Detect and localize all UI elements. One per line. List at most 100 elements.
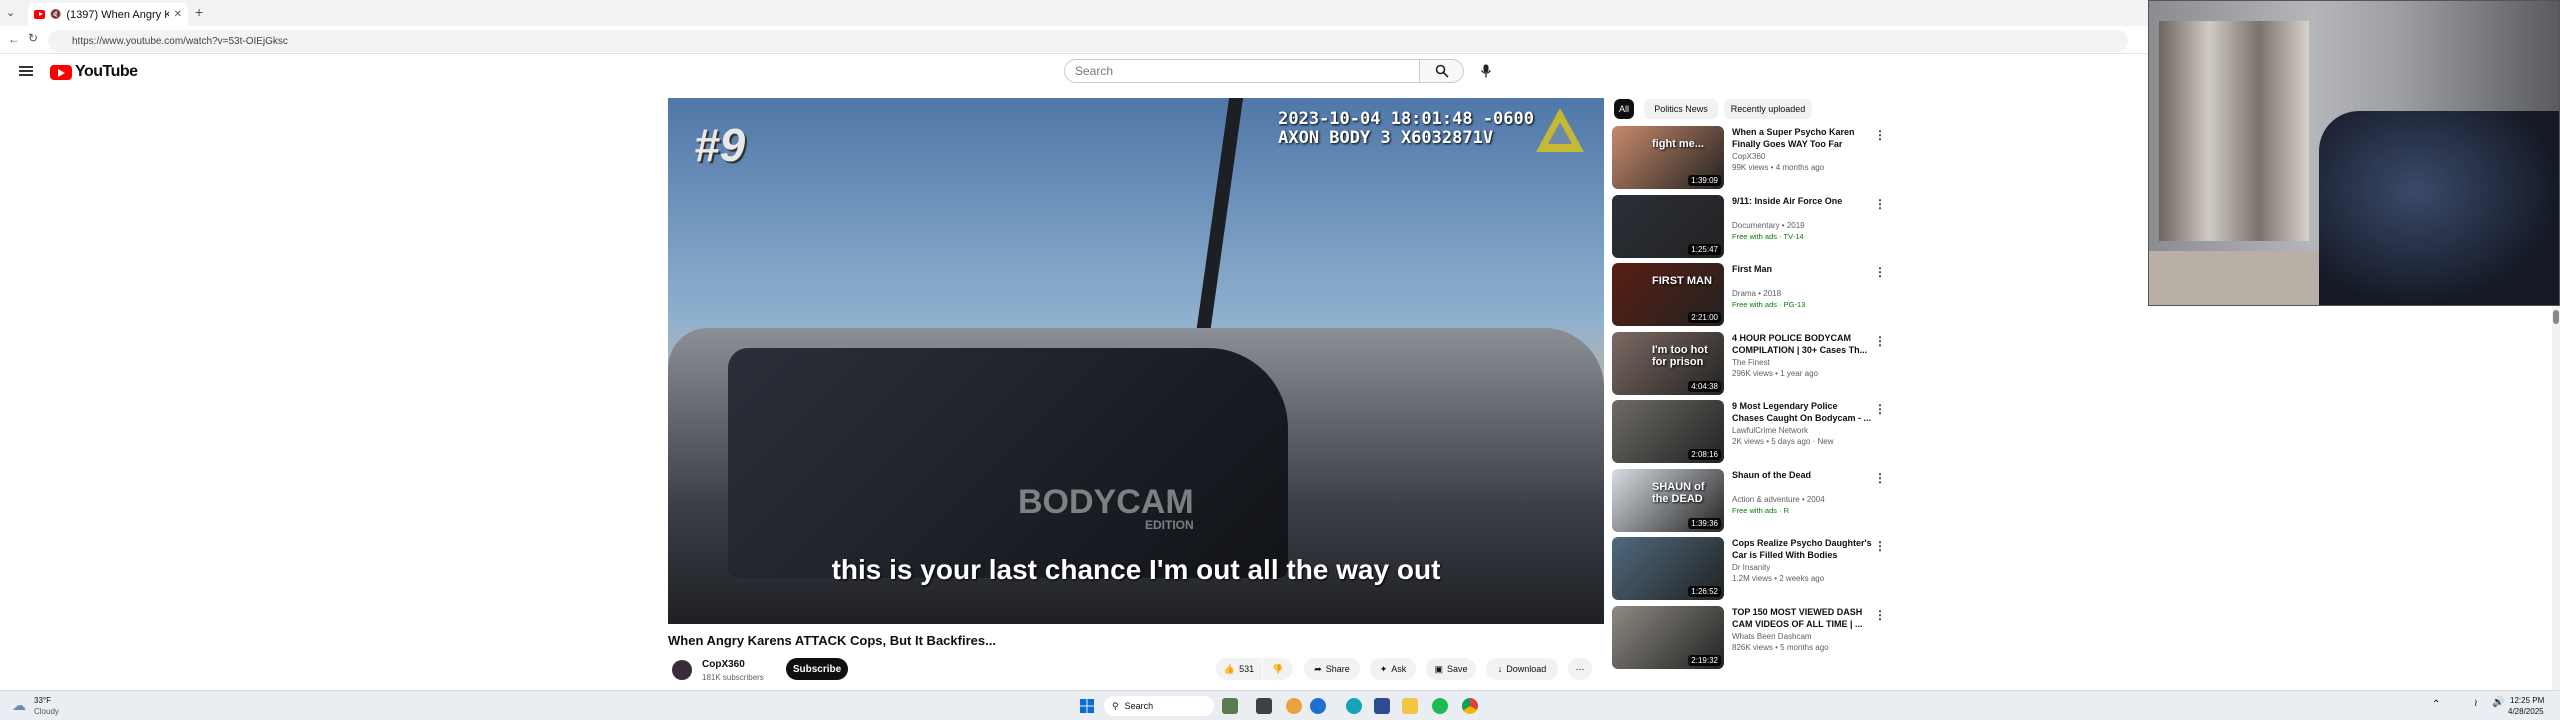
url-field[interactable]: https://www.youtube.com/watch?v=53t-OIEj… bbox=[48, 30, 2128, 52]
more-options-icon[interactable]: ⋮ bbox=[1874, 197, 1886, 211]
recommendation-channel[interactable]: Action & adventure • 2004 bbox=[1732, 495, 1825, 504]
dislike-button[interactable]: 👎 bbox=[1263, 658, 1293, 680]
like-button[interactable]: 👍 531 bbox=[1216, 658, 1262, 680]
recommendation-channel[interactable]: LawfulCrime Network bbox=[1732, 426, 1808, 435]
weather-temp[interactable]: 33°F bbox=[34, 696, 51, 705]
subscribe-button[interactable]: Subscribe bbox=[786, 658, 848, 680]
recommendation-item[interactable]: I'm too hot for prison 4:04:38 4 HOUR POLI… bbox=[1612, 331, 1892, 396]
windows-start-icon[interactable] bbox=[1080, 699, 1094, 713]
recommendation-channel[interactable]: Documentary • 2019 bbox=[1732, 221, 1805, 230]
recommendation-channel[interactable]: Drama • 2018 bbox=[1732, 289, 1781, 298]
wifi-icon[interactable]: ≀ bbox=[2474, 698, 2478, 709]
recommendation-item[interactable]: FIRST MAN 2:21:00 First Man Drama • 2018 Fre… bbox=[1612, 263, 1892, 327]
recommendation-title[interactable]: 9 Most Legendary Police Chases Caught On… bbox=[1732, 400, 1872, 424]
chip-politics-news[interactable]: Politics News bbox=[1644, 99, 1718, 119]
recommendation-item[interactable]: 1:26:52 Cops Realize Psycho Daughter's Ca… bbox=[1612, 537, 1892, 601]
page-scrollbar-thumb[interactable] bbox=[2553, 310, 2559, 324]
share-button[interactable]: ➦ Share bbox=[1304, 658, 1360, 680]
taskview-icon[interactable] bbox=[1222, 698, 1238, 714]
recommendation-item[interactable]: 1:25:47 9/11: Inside Air Force One Documen… bbox=[1612, 194, 1892, 259]
video-duration: 1:25:47 bbox=[1688, 243, 1721, 255]
channel-name[interactable]: CopX360 bbox=[702, 659, 745, 670]
back-icon[interactable]: ← bbox=[8, 32, 20, 46]
ask-button[interactable]: ✦ Ask bbox=[1370, 658, 1416, 680]
recommendation-item[interactable]: 2:19:32 TOP 150 MOST VIEWED DASH CAM VIDE… bbox=[1612, 605, 1892, 670]
webcam-sofa bbox=[2319, 111, 2559, 305]
save-button[interactable]: ▣ Save bbox=[1426, 658, 1476, 680]
webcam-overlay bbox=[2148, 0, 2560, 306]
taskbar-search-box[interactable]: ⚲ Search bbox=[1104, 696, 1214, 716]
channel-subscriber-count: 181K subscribers bbox=[702, 673, 764, 682]
recommendation-thumbnail[interactable]: 2:19:32 bbox=[1612, 605, 1724, 669]
weather-cloud-icon: ☁ bbox=[12, 697, 26, 713]
more-options-icon[interactable]: ⋮ bbox=[1874, 402, 1886, 416]
recommendation-item[interactable]: SHAUN of the DEAD 1:39:36 Shaun of the Dea… bbox=[1612, 468, 1892, 533]
recommendation-item[interactable]: fight me... 1:39:09 When a Super Psycho Ka… bbox=[1612, 126, 1892, 190]
video-watermark-title: BODYCAM bbox=[1018, 483, 1194, 521]
app-icon[interactable] bbox=[1286, 698, 1302, 714]
more-options-icon[interactable]: ⋮ bbox=[1874, 608, 1886, 622]
recommendation-title[interactable]: TOP 150 MOST VIEWED DASH CAM VIDEOS OF A… bbox=[1732, 606, 1872, 630]
store-icon[interactable] bbox=[1374, 698, 1390, 714]
menu-icon[interactable] bbox=[19, 64, 33, 78]
recommendation-channel[interactable]: Dr Insanity bbox=[1732, 563, 1770, 572]
download-icon: ↓ bbox=[1497, 664, 1503, 674]
recommendation-title[interactable]: When a Super Psycho Karen Finally Goes W… bbox=[1732, 126, 1872, 150]
video-duration: 2:21:00 bbox=[1688, 312, 1721, 323]
tab-mute-icon[interactable]: 🔇 bbox=[50, 9, 61, 20]
tab-close-icon[interactable]: ✕ bbox=[174, 9, 182, 20]
recommendation-thumbnail[interactable]: SHAUN of the DEAD 1:39:36 bbox=[1612, 468, 1724, 532]
recommendation-channel[interactable]: The Finest bbox=[1732, 358, 1770, 367]
recommendation-thumbnail[interactable]: 2:08:16 bbox=[1612, 400, 1724, 463]
more-options-icon[interactable]: ⋮ bbox=[1874, 539, 1886, 553]
download-label: Download bbox=[1506, 664, 1547, 674]
recommendation-title[interactable]: 9/11: Inside Air Force One bbox=[1732, 195, 1872, 207]
recommendation-channel[interactable]: CopX360 bbox=[1732, 152, 1765, 161]
more-options-icon[interactable]: ⋮ bbox=[1874, 128, 1886, 142]
app-icon-2[interactable] bbox=[1310, 698, 1326, 714]
channel-avatar[interactable] bbox=[672, 660, 692, 680]
recommendation-title[interactable]: Shaun of the Dead bbox=[1732, 469, 1872, 481]
chrome-icon[interactable] bbox=[1462, 698, 1478, 714]
taskbar-search-label: Search bbox=[1124, 701, 1154, 711]
recommendation-title[interactable]: 4 HOUR POLICE BODYCAM COMPILATION | 30+ … bbox=[1732, 332, 1872, 356]
recommendation-thumbnail[interactable]: I'm too hot for prison 4:04:38 bbox=[1612, 331, 1724, 395]
search-icon bbox=[1435, 64, 1449, 78]
more-options-icon[interactable]: ⋮ bbox=[1874, 334, 1886, 348]
download-button[interactable]: ↓ Download bbox=[1486, 658, 1558, 680]
new-tab-icon[interactable]: + bbox=[195, 4, 203, 20]
search-input[interactable]: Search bbox=[1064, 59, 1420, 83]
tab-list-chevron-icon[interactable]: ⌄ bbox=[6, 6, 15, 19]
file-manager-icon[interactable] bbox=[1256, 698, 1272, 714]
edge-browser-icon[interactable] bbox=[1346, 698, 1362, 714]
video-scene-car-window bbox=[728, 348, 1288, 578]
tray-chevron-icon[interactable]: ⌃ bbox=[2432, 699, 2440, 710]
spotify-icon[interactable] bbox=[1432, 698, 1448, 714]
youtube-logo[interactable]: YouTube bbox=[50, 63, 138, 81]
video-player[interactable]: 2023-10-04 18:01:48 -0600 AXON BODY 3 X6… bbox=[668, 98, 1604, 624]
search-button[interactable] bbox=[1420, 59, 1464, 83]
recommendation-channel[interactable]: Whats Been Dashcam bbox=[1732, 632, 1812, 641]
chip-all[interactable]: All bbox=[1614, 99, 1634, 119]
folder-icon[interactable] bbox=[1402, 698, 1418, 714]
more-actions-button[interactable]: ⋯ bbox=[1568, 658, 1592, 680]
recommendation-thumbnail[interactable]: FIRST MAN 2:21:00 bbox=[1612, 263, 1724, 326]
recommendation-title[interactable]: Cops Realize Psycho Daughter's Car is Fi… bbox=[1732, 537, 1872, 561]
browser-tab-active[interactable]: 🔇 (1397) When Angry Karens ATT... ✕ bbox=[28, 3, 188, 26]
chip-recently-uploaded[interactable]: Recently uploaded bbox=[1724, 99, 1812, 119]
recommendation-item[interactable]: 2:08:16 9 Most Legendary Police Chases Ca… bbox=[1612, 400, 1892, 464]
clock-time[interactable]: 12:25 PM bbox=[2510, 696, 2544, 705]
recommendation-thumbnail[interactable]: fight me... 1:39:09 bbox=[1612, 126, 1724, 189]
page-scrollbar[interactable] bbox=[2552, 306, 2560, 690]
voice-search-button[interactable] bbox=[1474, 59, 1498, 83]
recommendation-meta: 1.2M views • 2 weeks ago bbox=[1732, 574, 1825, 583]
more-options-icon[interactable]: ⋮ bbox=[1874, 265, 1886, 279]
volume-icon[interactable]: 🔊 bbox=[2492, 697, 2504, 708]
video-watermark: BODYCAM EDITION bbox=[1018, 483, 1194, 532]
refresh-icon[interactable]: ↻ bbox=[28, 31, 38, 45]
recommendation-thumbnail[interactable]: 1:26:52 bbox=[1612, 537, 1724, 600]
more-options-icon[interactable]: ⋮ bbox=[1874, 471, 1886, 485]
recommendation-thumbnail[interactable]: 1:25:47 bbox=[1612, 194, 1724, 258]
recommendation-title[interactable]: First Man bbox=[1732, 263, 1872, 275]
video-duration: 1:39:09 bbox=[1688, 175, 1721, 186]
